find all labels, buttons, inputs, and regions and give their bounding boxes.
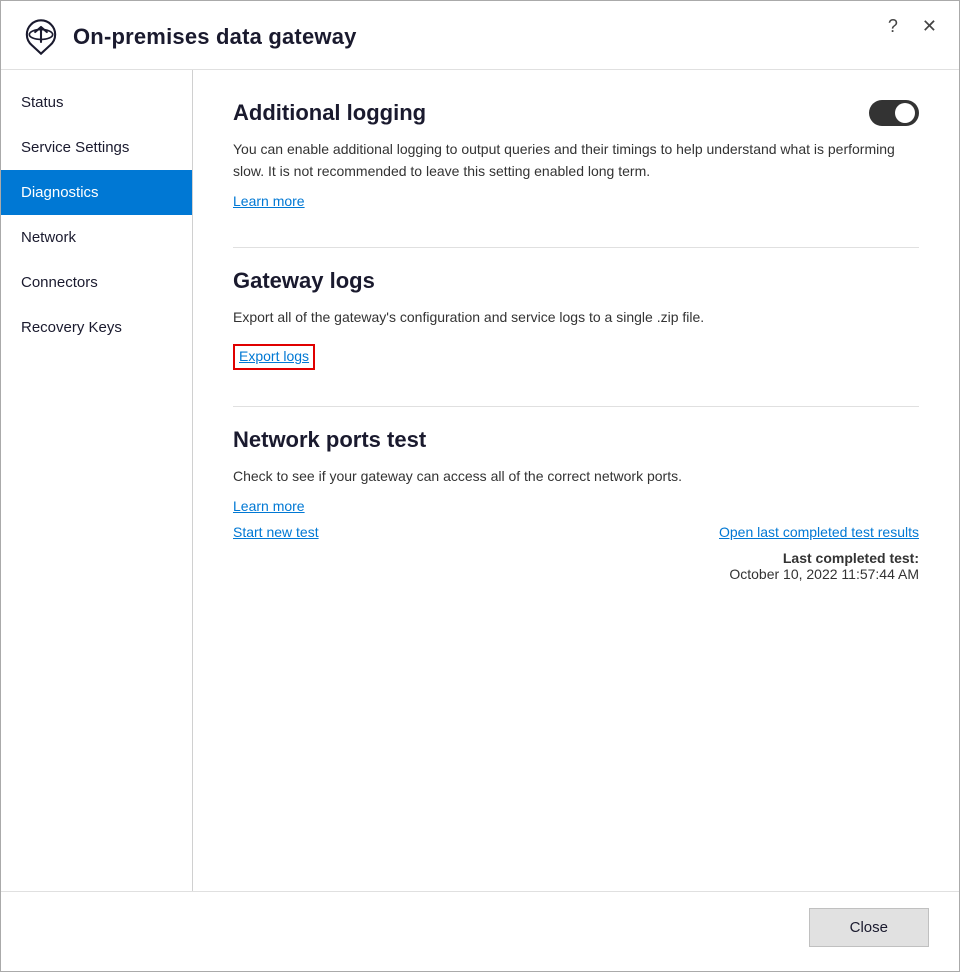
window-controls: ? ✕ (882, 15, 943, 37)
divider-2 (233, 406, 919, 407)
sidebar-item-diagnostics[interactable]: Diagnostics (1, 170, 192, 215)
export-logs-highlight: Export logs (233, 344, 315, 370)
sidebar-item-service-settings[interactable]: Service Settings (1, 125, 192, 170)
network-ports-learn-more[interactable]: Learn more (233, 498, 305, 514)
footer: Close (1, 891, 959, 971)
app-window: On-premises data gateway ? ✕ Status Serv… (0, 0, 960, 972)
help-button[interactable]: ? (882, 15, 904, 37)
gateway-logs-title: Gateway logs (233, 268, 375, 293)
last-test-info: Last completed test: October 10, 2022 11… (233, 550, 919, 582)
additional-logging-toggle[interactable] (869, 100, 919, 126)
main-panel: Additional logging You can enable additi… (193, 70, 959, 891)
sidebar-item-recovery-keys[interactable]: Recovery Keys (1, 305, 192, 350)
app-title: On-premises data gateway (73, 24, 357, 50)
content-area: Status Service Settings Diagnostics Netw… (1, 70, 959, 891)
toggle-track[interactable] (869, 100, 919, 126)
last-test-value: October 10, 2022 11:57:44 AM (729, 566, 919, 582)
divider-1 (233, 247, 919, 248)
sidebar: Status Service Settings Diagnostics Netw… (1, 70, 193, 891)
title-bar: On-premises data gateway ? ✕ (1, 1, 959, 70)
start-new-test-link[interactable]: Start new test (233, 524, 319, 540)
close-button[interactable]: Close (809, 908, 929, 947)
gateway-logs-desc: Export all of the gateway's configuratio… (233, 306, 919, 328)
additional-logging-learn-more[interactable]: Learn more (233, 193, 305, 209)
sidebar-item-network[interactable]: Network (1, 215, 192, 260)
toggle-thumb (895, 103, 915, 123)
open-last-results-link[interactable]: Open last completed test results (719, 524, 919, 540)
additional-logging-section: Additional logging You can enable additi… (233, 100, 919, 211)
sidebar-item-status[interactable]: Status (1, 80, 192, 125)
ports-links-row: Start new test Open last completed test … (233, 524, 919, 540)
gateway-logs-section: Gateway logs Export all of the gateway's… (233, 268, 919, 370)
export-logs-link[interactable]: Export logs (239, 348, 309, 364)
gateway-icon (21, 17, 61, 57)
sidebar-item-connectors[interactable]: Connectors (1, 260, 192, 305)
network-ports-section: Network ports test Check to see if your … (233, 427, 919, 581)
additional-logging-desc: You can enable additional logging to out… (233, 138, 919, 183)
close-window-button[interactable]: ✕ (916, 15, 943, 37)
network-ports-desc: Check to see if your gateway can access … (233, 465, 919, 487)
additional-logging-header: Additional logging (233, 100, 919, 126)
network-ports-title: Network ports test (233, 427, 426, 452)
additional-logging-title: Additional logging (233, 100, 426, 126)
last-test-label: Last completed test: (783, 550, 919, 566)
